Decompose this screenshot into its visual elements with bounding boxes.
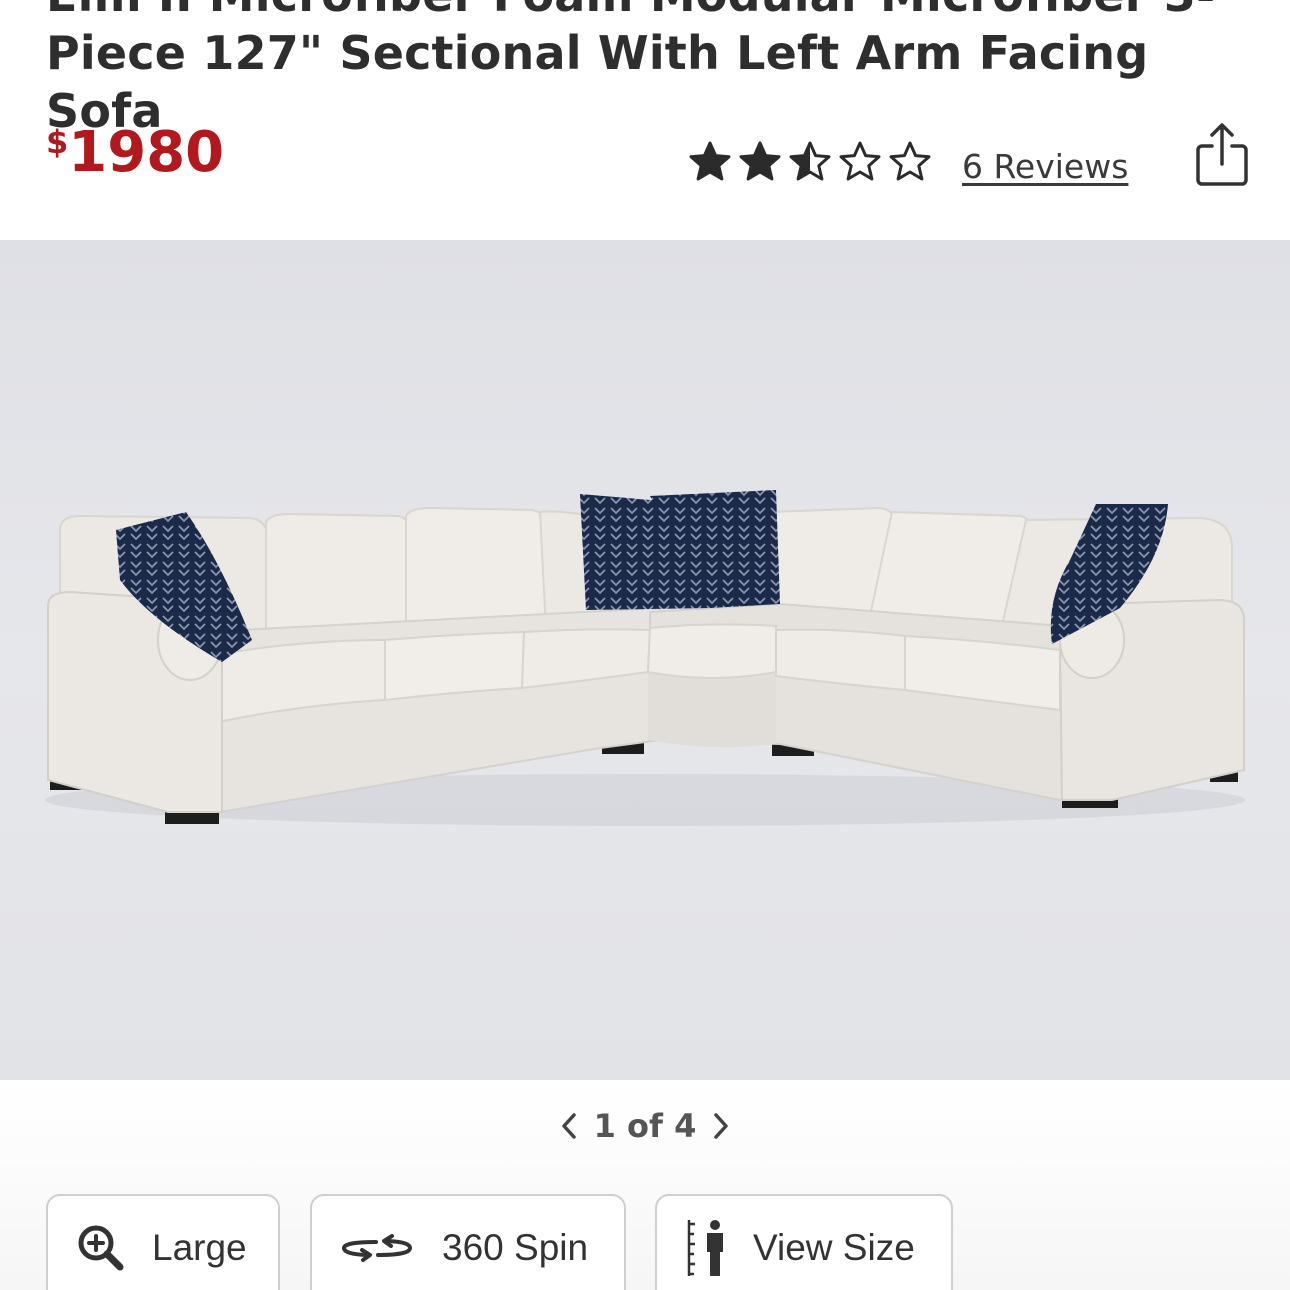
gallery-pager: 1 of 4 — [0, 1104, 1290, 1148]
zoom-in-icon — [78, 1225, 124, 1271]
chevron-left-icon[interactable] — [558, 1109, 580, 1143]
price-amount: 1980 — [68, 120, 225, 185]
view-size-button[interactable]: View Size — [655, 1194, 953, 1290]
chevron-right-icon[interactable] — [710, 1109, 732, 1143]
large-view-label: Large — [152, 1227, 247, 1268]
product-title: Elm II Microfiber Foam Modular Microfibe… — [46, 0, 1215, 138]
large-view-button[interactable]: Large — [46, 1194, 280, 1290]
star-empty-icon — [839, 141, 881, 181]
reviews-link[interactable]: 6 Reviews — [962, 146, 1128, 188]
price-currency: $ — [46, 123, 69, 161]
share-icon[interactable] — [1192, 120, 1252, 190]
product-price: $1980 — [46, 118, 224, 188]
spin-360-label: 360 Spin — [442, 1227, 589, 1268]
sectional-sofa-image — [45, 490, 1245, 826]
pager-label: 1 of 4 — [593, 1107, 697, 1145]
star-full-icon — [689, 141, 731, 181]
rotate-360-icon — [341, 1234, 413, 1262]
product-page: Elm II Microfiber Foam Modular Microfibe… — [0, 0, 1290, 1290]
product-image[interactable] — [0, 240, 1290, 1080]
star-full-icon — [739, 141, 781, 181]
ruler-person-icon — [687, 1220, 723, 1276]
spin-360-button[interactable]: 360 Spin — [310, 1194, 626, 1290]
rating-stars — [688, 140, 932, 186]
view-size-label: View Size — [753, 1227, 915, 1268]
star-empty-icon — [889, 141, 931, 181]
star-half-icon — [789, 141, 831, 181]
